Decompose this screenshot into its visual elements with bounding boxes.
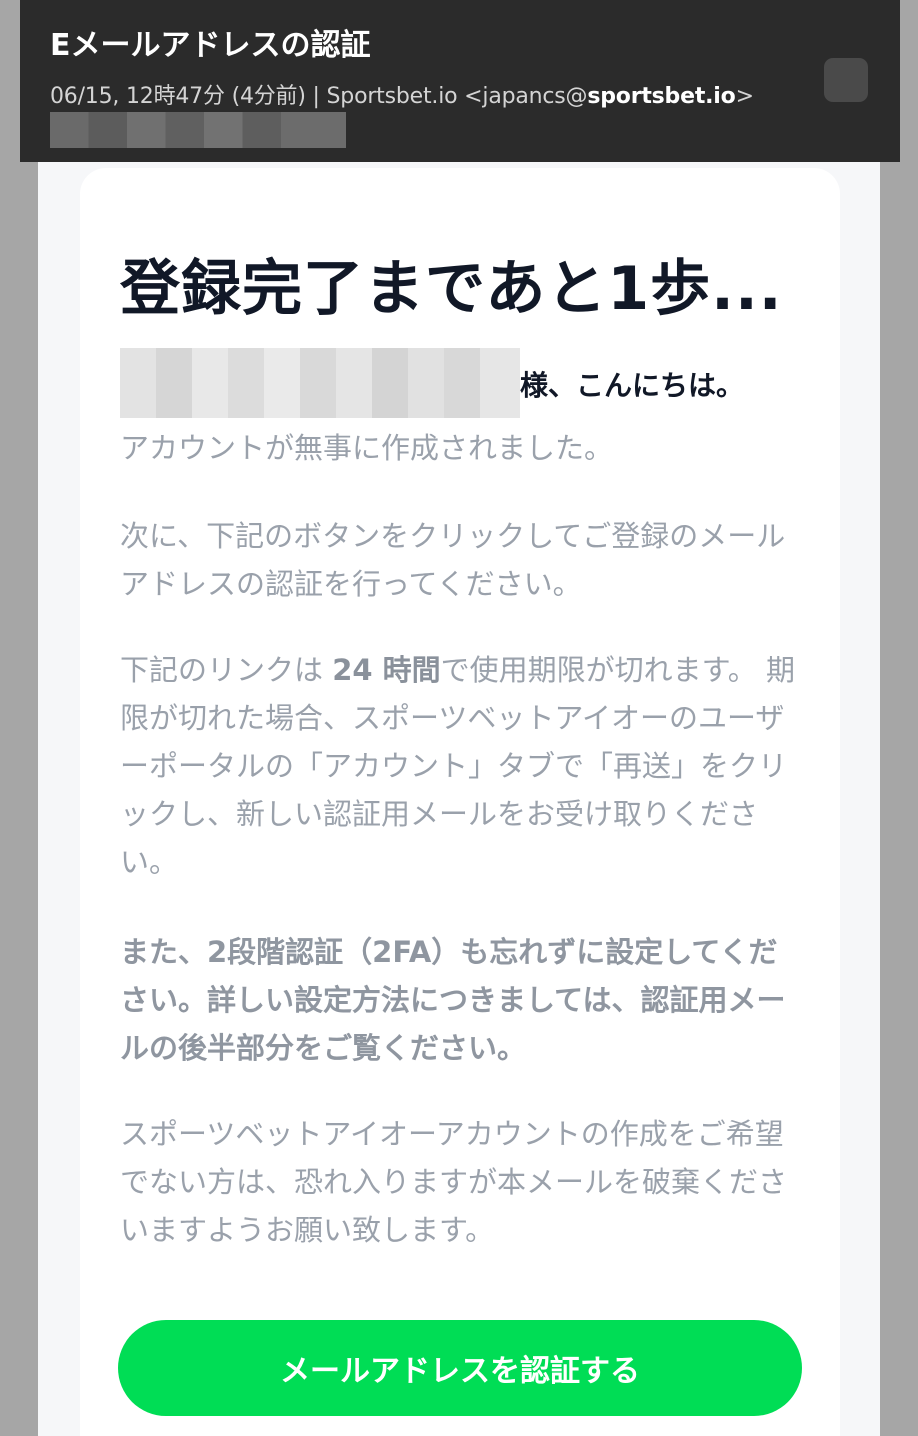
mail-subject: Eメールアドレスの認証 (50, 28, 371, 63)
paragraph-verify-instruction: 次に、下記のボタンをクリックしてご登録のメールアドレスの認証を行ってください。 (120, 519, 786, 601)
mail-header: Eメールアドレスの認証 06/15, 12時47分 (4分前) | Sports… (20, 0, 900, 162)
mail-action-button[interactable] (824, 58, 868, 102)
paragraph-link-expiry: 下記のリンクは 24 時間で使用期限が切れます。 期限が切れた場合、スポーツベッ… (120, 646, 800, 886)
sender-name[interactable]: Sportsbet.io (327, 84, 458, 109)
verify-email-button[interactable]: メールアドレスを認証する (118, 1320, 802, 1416)
email-headline: 登録完了まであと1歩... (120, 254, 783, 324)
paragraph-account-created: アカウントが無事に作成されました。 (120, 431, 614, 465)
expiry-hours: 24 時間 (332, 653, 441, 687)
mail-date: 06/15, 12時47分 (4分前) (50, 84, 306, 109)
email-viewer: Eメールアドレスの認証 06/15, 12時47分 (4分前) | Sports… (0, 0, 918, 1436)
mail-meta: 06/15, 12時47分 (4分前) | Sportsbet.io <japa… (50, 78, 754, 110)
paragraph-2fa-reminder: また、2段階認証（2FA）も忘れずに設定してください。詳しい設定方法につきまして… (120, 935, 786, 1065)
paragraph-discard-notice: スポーツベットアイオーアカウントの作成をご希望でない方は、恐れ入りますが本メール… (120, 1117, 788, 1247)
expiry-text-before: 下記のリンクは (120, 653, 333, 687)
redacted-recipient (50, 112, 346, 148)
greeting-suffix: 様、こんにちは。 (520, 369, 745, 402)
meta-separator: | (305, 84, 327, 109)
sender-email-suffix[interactable]: > (736, 84, 754, 109)
sender-email-prefix[interactable]: <japancs@ (457, 84, 587, 109)
sender-email-domain[interactable]: sportsbet.io (587, 84, 735, 109)
redacted-username (120, 348, 520, 418)
